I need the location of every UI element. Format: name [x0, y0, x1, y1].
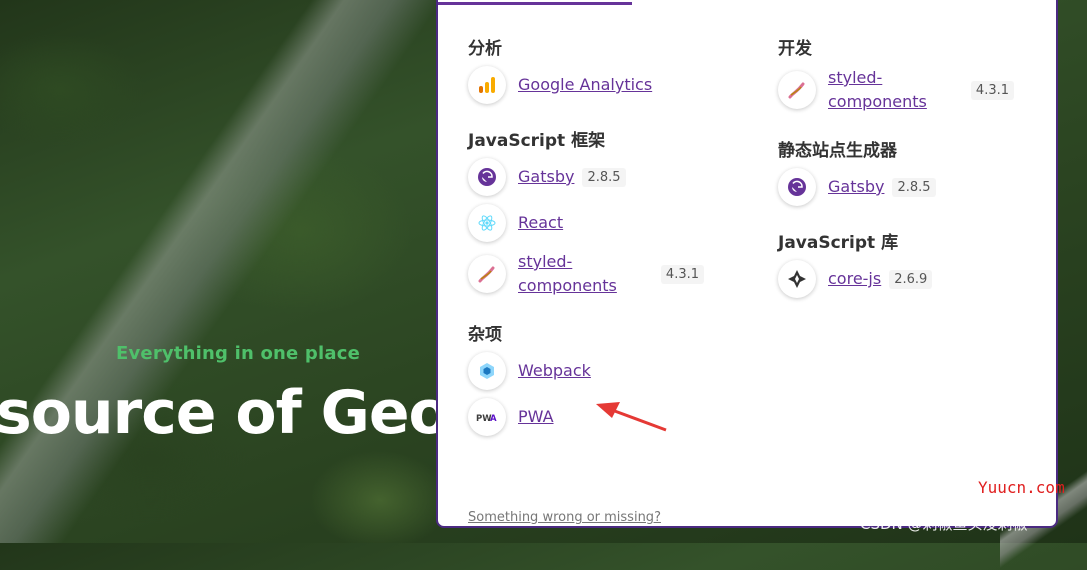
tech-item-gatsby: Gatsby 2.8.5 — [778, 168, 1038, 206]
react-icon — [468, 204, 506, 242]
tech-item-styled-components: styled-components 4.3.1 — [468, 250, 728, 298]
group-title: JavaScript 库 — [778, 233, 899, 253]
right-column: 开发 styled-components 4.3.1 静态站点生成器 Gatsb… — [778, 34, 1038, 320]
active-tab-indicator — [438, 2, 632, 5]
tech-link[interactable]: React — [518, 211, 563, 235]
tech-item-gatsby: Gatsby 2.8.5 — [468, 158, 728, 196]
watermark-site: Yuucn.com — [978, 478, 1065, 497]
watermark-author: CSDN @剁椒鱼头没剁椒 — [860, 515, 1028, 533]
pwa-icon: PW A — [468, 398, 506, 436]
annotation-arrow-icon — [596, 402, 667, 432]
tech-item-webpack: Webpack — [468, 352, 728, 390]
core-js-icon — [778, 260, 816, 298]
group-analytics: 分析 Google Analytics — [468, 34, 728, 104]
tech-link[interactable]: Google Analytics — [518, 73, 652, 97]
tech-link[interactable]: styled-components — [828, 66, 948, 114]
report-missing-link[interactable]: Something wrong or missing? — [468, 510, 661, 525]
svg-text:A: A — [490, 414, 497, 423]
gatsby-icon — [468, 158, 506, 196]
group-title: 分析 — [468, 39, 502, 59]
group-js-frameworks: JavaScript 框架 Gatsby 2.8.5 React styled-… — [468, 126, 728, 298]
group-title: 杂项 — [468, 325, 502, 345]
version-badge: 4.3.1 — [660, 264, 704, 284]
hero-tagline: Everything in one place — [116, 343, 360, 364]
group-title: 开发 — [778, 39, 812, 59]
tech-item-styled-components: styled-components 4.3.1 — [778, 66, 1038, 114]
hero-title: source of Geos — [0, 378, 484, 448]
tech-item-react: React — [468, 204, 728, 242]
tech-link[interactable]: core-js — [828, 267, 881, 291]
version-badge: 2.6.9 — [889, 269, 933, 289]
gatsby-icon — [778, 168, 816, 206]
version-badge: 4.3.1 — [970, 80, 1014, 100]
left-column: 分析 Google Analytics JavaScript 框架 Gatsby… — [468, 34, 728, 458]
tech-link[interactable]: Gatsby — [828, 175, 884, 199]
google-analytics-icon — [468, 66, 506, 104]
background-river — [0, 0, 440, 543]
group-ssg: 静态站点生成器 Gatsby 2.8.5 — [778, 136, 1038, 206]
tech-link[interactable]: PWA — [518, 405, 554, 429]
tech-stack-panel: 分析 Google Analytics JavaScript 框架 Gatsby… — [436, 0, 1058, 528]
styled-components-icon — [778, 71, 816, 109]
tech-link[interactable]: Gatsby — [518, 165, 574, 189]
styled-components-icon — [468, 255, 506, 293]
webpack-icon — [468, 352, 506, 390]
group-title: 静态站点生成器 — [778, 141, 897, 161]
tech-item-google-analytics: Google Analytics — [468, 66, 728, 104]
tech-link[interactable]: styled-components — [518, 250, 638, 298]
group-title: JavaScript 框架 — [468, 131, 606, 151]
version-badge: 2.8.5 — [582, 167, 626, 187]
version-badge: 2.8.5 — [892, 177, 936, 197]
tech-link[interactable]: Webpack — [518, 359, 591, 383]
group-development: 开发 styled-components 4.3.1 — [778, 34, 1038, 114]
tech-item-core-js: core-js 2.6.9 — [778, 260, 1038, 298]
group-js-libraries: JavaScript 库 core-js 2.6.9 — [778, 228, 1038, 298]
